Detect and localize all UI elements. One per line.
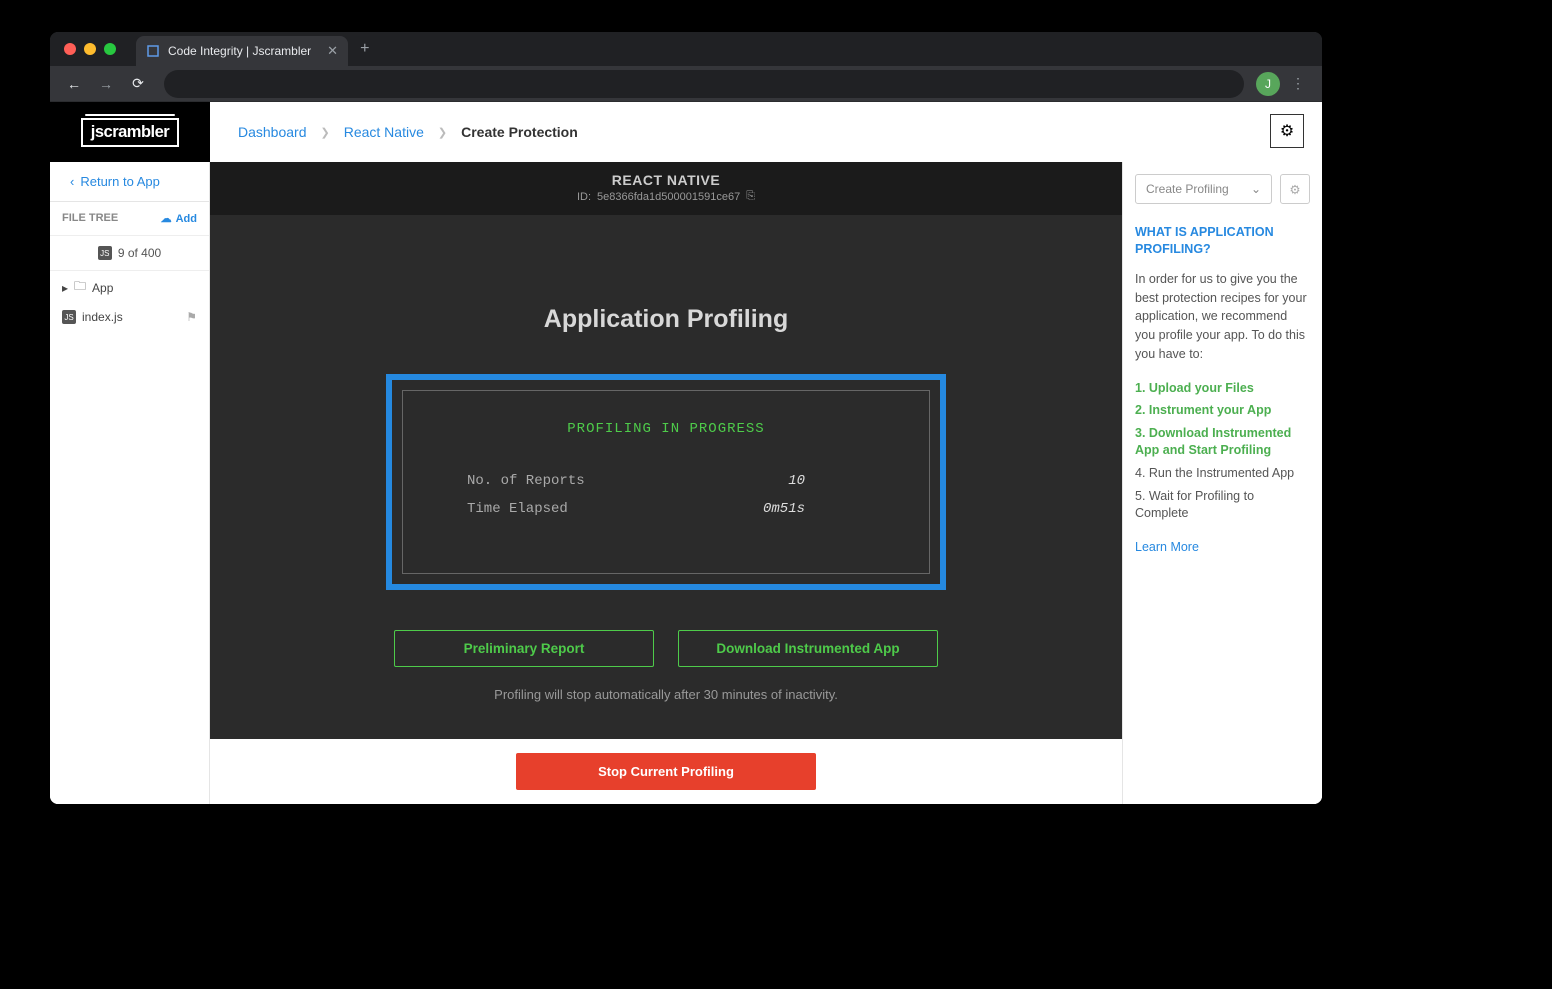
gear-icon: ⚙ — [1289, 182, 1300, 197]
create-profiling-dropdown[interactable]: Create Profiling ⌄ — [1135, 174, 1272, 204]
profiling-action-row: Create Profiling ⌄ ⚙ — [1135, 174, 1310, 204]
breadcrumb-current: Create Protection — [461, 124, 578, 140]
close-window-button[interactable] — [64, 43, 76, 55]
elapsed-row: Time Elapsed 0m51s — [427, 495, 905, 523]
add-file-button[interactable]: ☁ Add — [161, 212, 197, 225]
step-5: 5. Wait for Profiling to Complete — [1135, 488, 1310, 522]
auto-stop-hint: Profiling will stop automatically after … — [494, 687, 838, 702]
maximize-window-button[interactable] — [104, 43, 116, 55]
browser-tab[interactable]: Code Integrity | Jscrambler ✕ — [136, 36, 348, 66]
tree-folder[interactable]: ▸ 🗀 App — [50, 271, 209, 304]
elapsed-value: 0m51s — [763, 501, 805, 517]
caret-right-icon: ▸ — [62, 281, 68, 295]
step-3: 3. Download Instrumented App and Start P… — [1135, 425, 1310, 459]
back-button[interactable]: ← — [60, 70, 88, 98]
chevron-right-icon: ❯ — [321, 126, 330, 139]
tab-bar: Code Integrity | Jscrambler ✕ + — [50, 32, 1322, 66]
page-title: Application Profiling — [544, 305, 788, 334]
forward-button[interactable]: → — [92, 70, 120, 98]
settings-button[interactable]: ⚙ — [1270, 114, 1304, 148]
return-to-app-link[interactable]: ‹ Return to App — [50, 162, 209, 202]
menu-button[interactable]: ⋮ — [1284, 70, 1312, 98]
app-body: ‹ Return to App FILE TREE ☁ Add JS 9 of … — [50, 162, 1322, 804]
tab-close-icon[interactable]: ✕ — [327, 43, 338, 59]
step-1: 1. Upload your Files — [1135, 380, 1310, 397]
chevron-left-icon: ‹ — [70, 174, 74, 189]
step-2: 2. Instrument your App — [1135, 402, 1310, 419]
gear-icon: ⚙ — [1280, 121, 1294, 141]
app-content: jscrambler Dashboard ❯ React Native ❯ Cr… — [50, 102, 1322, 804]
logo[interactable]: jscrambler — [50, 102, 210, 162]
main-area: REACT NATIVE ID: 5e8366fda1d500001591ce6… — [210, 162, 1122, 804]
return-label: Return to App — [80, 174, 160, 189]
reports-value: 10 — [788, 473, 805, 489]
chevron-down-icon: ⌄ — [1251, 182, 1261, 196]
browser-window: Code Integrity | Jscrambler ✕ + ← → ⟳ J … — [50, 32, 1322, 804]
file-tree-label: FILE TREE — [62, 212, 118, 225]
browser-toolbar: ← → ⟳ J ⋮ — [50, 66, 1322, 102]
profiling-status: PROFILING IN PROGRESS — [427, 421, 905, 437]
tab-title: Code Integrity | Jscrambler — [168, 44, 311, 58]
traffic-lights — [60, 43, 116, 55]
profiling-status-box: PROFILING IN PROGRESS No. of Reports 10 … — [386, 374, 946, 590]
button-row: Preliminary Report Download Instrumented… — [394, 630, 938, 667]
rt-heading: WHAT IS APPLICATION PROFILING? — [1135, 224, 1310, 258]
profile-avatar[interactable]: J — [1256, 72, 1280, 96]
app-title-bar: REACT NATIVE ID: 5e8366fda1d500001591ce6… — [210, 162, 1122, 215]
reports-row: No. of Reports 10 — [427, 467, 905, 495]
copy-icon[interactable]: ⎘ — [746, 190, 755, 203]
preliminary-report-button[interactable]: Preliminary Report — [394, 630, 654, 667]
terminal: PROFILING IN PROGRESS No. of Reports 10 … — [402, 390, 930, 574]
folder-icon: 🗀 — [74, 277, 86, 298]
app-id: ID: 5e8366fda1d500001591ce67 ⎘ — [210, 190, 1122, 203]
breadcrumb-dashboard[interactable]: Dashboard — [238, 124, 307, 140]
breadcrumb: Dashboard ❯ React Native ❯ Create Protec… — [210, 102, 1252, 162]
sidebar-right: Create Profiling ⌄ ⚙ WHAT IS APPLICATION… — [1122, 162, 1322, 804]
reload-button[interactable]: ⟳ — [124, 70, 152, 98]
logo-text: jscrambler — [81, 118, 179, 147]
minimize-window-button[interactable] — [84, 43, 96, 55]
main-content: Application Profiling PROFILING IN PROGR… — [210, 215, 1122, 739]
favicon-icon — [146, 44, 160, 58]
breadcrumb-app[interactable]: React Native — [344, 124, 424, 140]
js-files-icon: JS — [98, 246, 112, 260]
sidebar-left: ‹ Return to App FILE TREE ☁ Add JS 9 of … — [50, 162, 210, 804]
step-4: 4. Run the Instrumented App — [1135, 465, 1310, 482]
file-tree-header: FILE TREE ☁ Add — [50, 202, 209, 236]
rt-intro: In order for us to give you the best pro… — [1135, 270, 1310, 364]
learn-more-link[interactable]: Learn More — [1135, 540, 1310, 554]
js-file-icon: JS — [62, 310, 76, 324]
app-title: REACT NATIVE — [210, 172, 1122, 188]
profiling-settings-button[interactable]: ⚙ — [1280, 174, 1310, 204]
cloud-upload-icon: ☁ — [161, 212, 172, 225]
bottom-bar: Stop Current Profiling — [210, 739, 1122, 804]
new-tab-button[interactable]: + — [360, 40, 369, 58]
url-bar[interactable] — [164, 70, 1244, 98]
map-icon[interactable]: ⚑ — [186, 310, 197, 324]
file-count: JS 9 of 400 — [50, 236, 209, 271]
app-header: jscrambler Dashboard ❯ React Native ❯ Cr… — [50, 102, 1322, 162]
chevron-right-icon: ❯ — [438, 126, 447, 139]
tree-file[interactable]: JS index.js ⚑ — [50, 304, 209, 330]
download-instrumented-button[interactable]: Download Instrumented App — [678, 630, 938, 667]
stop-profiling-button[interactable]: Stop Current Profiling — [516, 753, 816, 790]
